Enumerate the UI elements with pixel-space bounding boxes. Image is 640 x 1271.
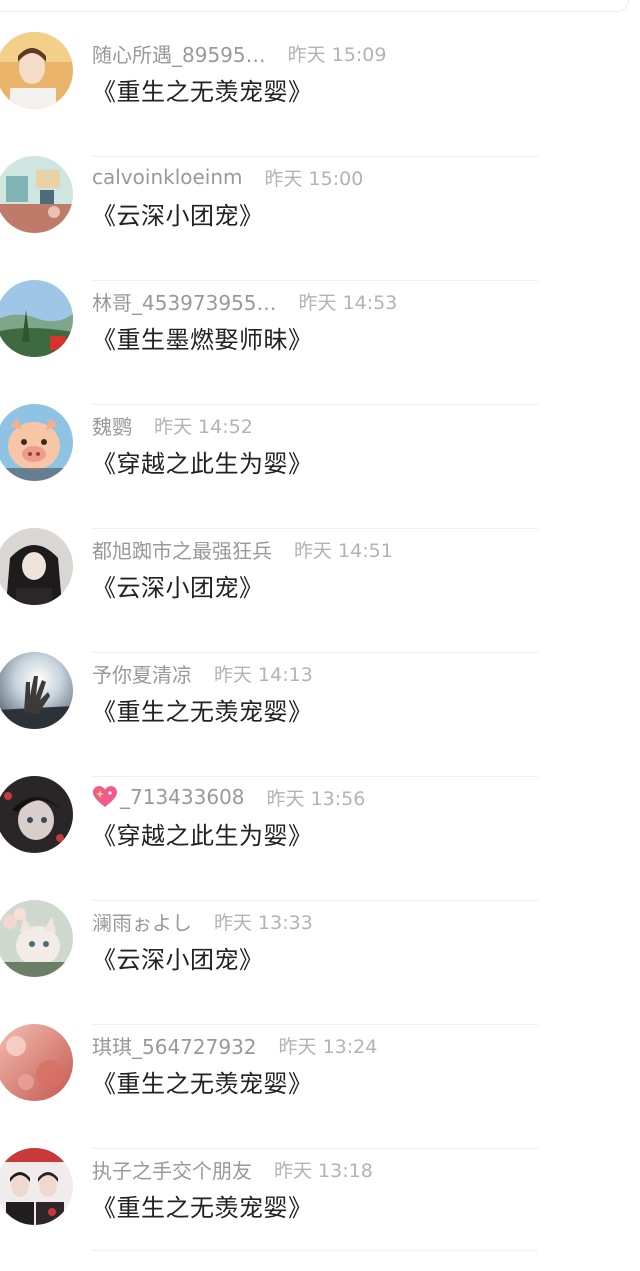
- flower-cat-avatar: [0, 900, 73, 977]
- avatar[interactable]: [0, 32, 73, 109]
- username[interactable]: 魏鹦: [92, 411, 132, 440]
- timestamp: 昨天 13:24: [278, 1035, 378, 1058]
- name-line: 都旭踟市之最强狂兵 昨天 14:51: [92, 534, 393, 564]
- cartoon-pig-avatar: [0, 404, 73, 481]
- pink-blossom-avatar: [0, 1024, 73, 1101]
- comment-item[interactable]: 魏鹦 昨天 14:52 《穿越之此生为婴》: [0, 400, 640, 529]
- timestamp: 昨天 14:52: [154, 415, 253, 438]
- comment-text: 《云深小团宠》: [92, 946, 264, 974]
- name-line: calvoinkloeinm 昨天 15:00: [92, 162, 363, 192]
- top-bar-edge: [0, 0, 629, 12]
- comment-text: 《重生之无羡宠婴》: [92, 78, 313, 106]
- name-line: 予你夏清凉 昨天 14:13: [92, 658, 313, 688]
- desk-room-avatar: [0, 156, 73, 233]
- username[interactable]: _713433608: [120, 785, 245, 809]
- username[interactable]: 都旭踟市之最强狂兵: [92, 535, 272, 564]
- name-line: 澜雨ぉよし 昨天 13:33: [92, 906, 313, 936]
- anime-character-avatar: [0, 776, 73, 853]
- comment-text: 《穿越之此生为婴》: [92, 450, 313, 478]
- sunlight-hand-avatar: [0, 652, 73, 729]
- comment-item[interactable]: _713433608 昨天 13:56 《穿越之此生为婴》: [0, 772, 640, 901]
- username[interactable]: calvoinkloeinm: [92, 165, 243, 189]
- comment-item[interactable]: 都旭踟市之最强狂兵 昨天 14:51 《云深小团宠》: [0, 524, 640, 653]
- comment-item[interactable]: 林哥_453973955… 昨天 14:53 《重生墨燃娶师昧》: [0, 276, 640, 405]
- comment-text: 《穿越之此生为婴》: [92, 822, 313, 850]
- timestamp: 昨天 14:51: [294, 539, 393, 562]
- comment-item[interactable]: 随心所遇_89595… 昨天 15:09 《重生之无羡宠婴》: [0, 28, 640, 157]
- avatar[interactable]: [0, 156, 73, 233]
- name-line: 执子之手交个朋友 昨天 13:18: [92, 1154, 373, 1184]
- comment-text: 《重生之无羡宠婴》: [92, 1070, 313, 1098]
- comment-text: 《云深小团宠》: [92, 202, 264, 230]
- timestamp: 昨天 13:56: [266, 787, 366, 810]
- avatar[interactable]: [0, 652, 73, 729]
- name-line: _713433608 昨天 13:56: [92, 782, 365, 812]
- username[interactable]: 澜雨ぉよし: [92, 907, 192, 936]
- divider: [92, 1250, 538, 1251]
- timestamp: 昨天 13:18: [274, 1159, 373, 1182]
- name-line: 随心所遇_89595… 昨天 15:09: [92, 38, 386, 68]
- username[interactable]: 林哥_453973955…: [92, 287, 277, 316]
- dark-hair-girl-avatar: [0, 528, 73, 605]
- name-line: 琪琪_564727932 昨天 13:24: [92, 1030, 377, 1060]
- two-people-avatar: [0, 1148, 73, 1225]
- comment-item[interactable]: 琪琪_564727932 昨天 13:24 《重生之无羡宠婴》: [0, 1020, 640, 1149]
- username[interactable]: 琪琪_564727932: [92, 1031, 257, 1060]
- timestamp: 昨天 14:13: [214, 663, 313, 686]
- timestamp: 昨天 14:53: [298, 291, 398, 314]
- mountain-landscape-avatar: [0, 280, 73, 357]
- username[interactable]: 执子之手交个朋友: [92, 1155, 252, 1184]
- avatar[interactable]: [0, 404, 73, 481]
- comment-item[interactable]: 执子之手交个朋友 昨天 13:18 《重生之无羡宠婴》: [0, 1144, 640, 1268]
- comment-text: 《重生之无羡宠婴》: [92, 698, 313, 726]
- sparkling-heart-icon: [92, 785, 118, 809]
- avatar[interactable]: [0, 1148, 73, 1225]
- name-line: 林哥_453973955… 昨天 14:53: [92, 286, 397, 316]
- username[interactable]: 随心所遇_89595…: [92, 39, 266, 68]
- avatar[interactable]: [0, 1024, 73, 1101]
- woman-face-avatar: [0, 32, 73, 109]
- avatar[interactable]: [0, 528, 73, 605]
- avatar[interactable]: [0, 776, 73, 853]
- username[interactable]: 予你夏清凉: [92, 659, 192, 688]
- avatar[interactable]: [0, 900, 73, 977]
- comment-item[interactable]: calvoinkloeinm 昨天 15:00 《云深小团宠》: [0, 152, 640, 281]
- avatar[interactable]: [0, 280, 73, 357]
- name-line: 魏鹦 昨天 14:52: [92, 410, 253, 440]
- comment-text: 《云深小团宠》: [92, 574, 264, 602]
- comment-item[interactable]: 澜雨ぉよし 昨天 13:33 《云深小团宠》: [0, 896, 640, 1025]
- comment-text: 《重生之无羡宠婴》: [92, 1194, 313, 1222]
- timestamp: 昨天 15:09: [287, 43, 387, 66]
- timestamp: 昨天 13:33: [214, 911, 313, 934]
- comment-item[interactable]: 予你夏清凉 昨天 14:13 《重生之无羡宠婴》: [0, 648, 640, 777]
- timestamp: 昨天 15:00: [264, 167, 364, 190]
- comment-text: 《重生墨燃娶师昧》: [92, 326, 313, 354]
